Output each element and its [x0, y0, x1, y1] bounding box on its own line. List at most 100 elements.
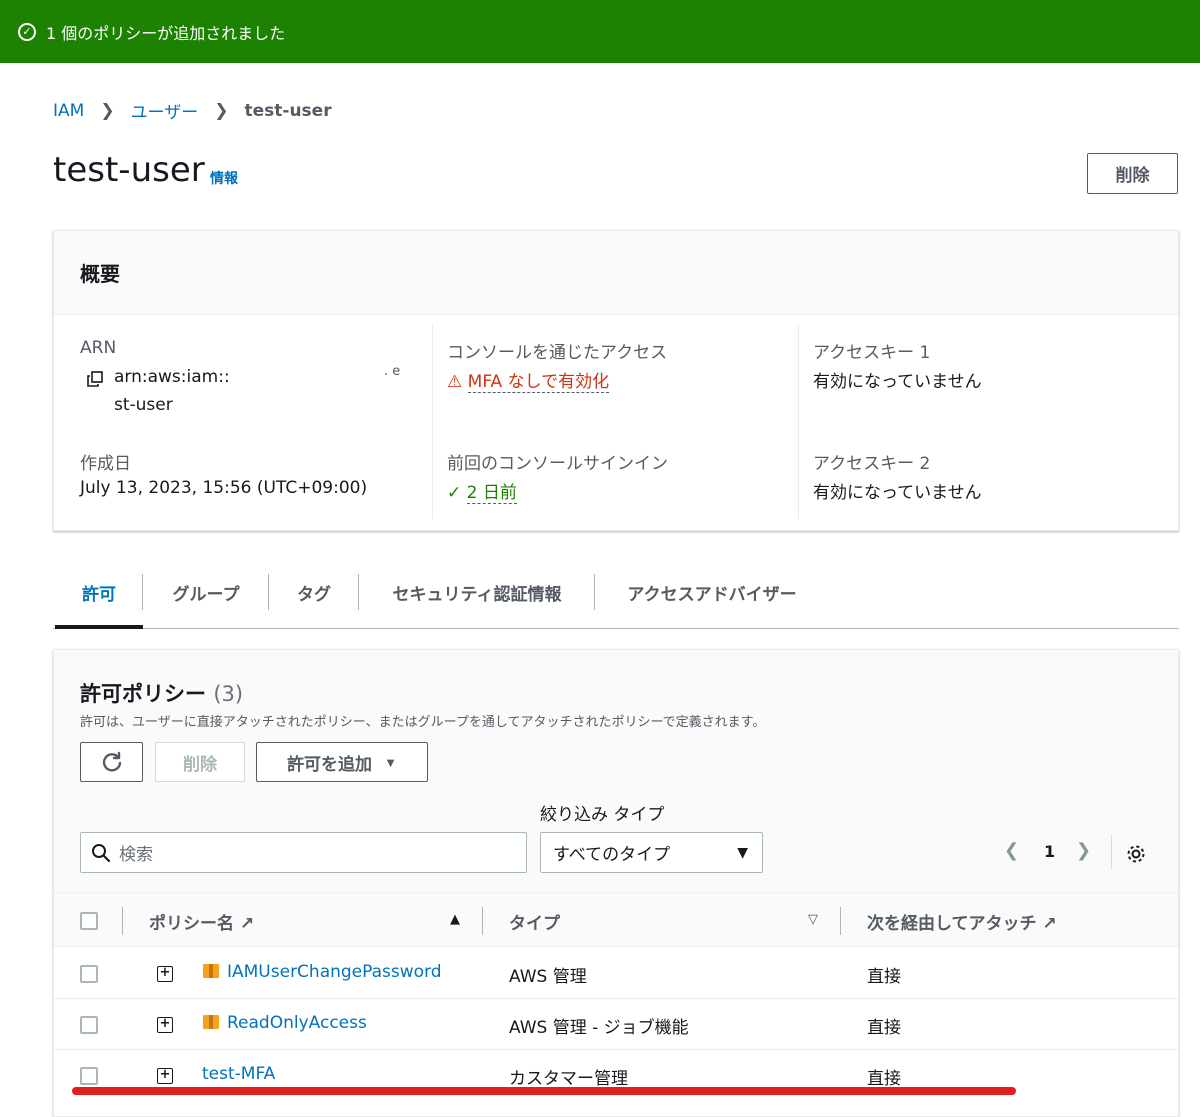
breadcrumb-users[interactable]: ユーザー: [131, 98, 199, 123]
breadcrumb-current: test-user: [244, 100, 332, 121]
page-title: test-user: [53, 150, 205, 190]
breadcrumb: IAM ❯ ユーザー ❯ test-user: [53, 98, 332, 124]
column-type[interactable]: タイプ: [509, 909, 560, 934]
breadcrumb-iam[interactable]: IAM: [53, 101, 84, 121]
policy-type: カスタマー管理: [509, 1069, 628, 1089]
summary-title: 概要: [54, 231, 1178, 315]
warning-icon: ⚠: [447, 372, 463, 392]
chevron-right-icon[interactable]: ❯: [1076, 840, 1091, 861]
expand-icon[interactable]: +: [157, 1068, 173, 1084]
access-key-2-label: アクセスキー 2: [813, 454, 931, 474]
highlight-underline: [72, 1087, 1016, 1095]
success-flashbar: ✓ 1 個のポリシーが追加されました: [0, 0, 1200, 63]
flash-message: 1 個のポリシーが追加されました: [46, 23, 286, 43]
column-divider: [482, 907, 483, 935]
column-divider: [122, 907, 123, 935]
search-input[interactable]: 検索: [80, 832, 527, 873]
check-circle-icon: ✓: [447, 483, 462, 503]
created-label: 作成日: [80, 454, 131, 474]
search-placeholder: 検索: [119, 845, 153, 865]
arn-value-line1: arn:aws:iam::: [114, 367, 230, 387]
filter-type-value: すべてのタイプ: [553, 845, 671, 865]
refresh-button[interactable]: [80, 742, 143, 782]
last-signin-value[interactable]: ✓ 2 日前: [447, 478, 517, 504]
policy-attached: 直接: [867, 1018, 901, 1038]
check-circle-icon: ✓: [18, 22, 36, 41]
access-key-1-label: アクセスキー 1: [813, 343, 931, 363]
access-key-2-value: 有効になっていません: [813, 483, 982, 503]
expand-icon[interactable]: +: [157, 1017, 173, 1033]
policy-name-link[interactable]: IAMUserChangePassword: [227, 962, 442, 982]
arn-label: ARN: [80, 338, 117, 358]
column-attached-via-label: 次を経由してアタッチ: [867, 914, 1037, 934]
aws-managed-package-icon: [203, 964, 219, 978]
delete-policy-button[interactable]: 削除: [155, 742, 245, 782]
caret-down-icon: ▼: [737, 845, 748, 861]
table-header: ポリシー名 ↗ ▲ タイプ ▽ 次を経由してアタッチ ↗: [54, 895, 1178, 947]
arn-value-line2: st-user: [114, 395, 173, 415]
tab-tags[interactable]: タグ: [269, 574, 359, 610]
arn-value-fragment: . e: [384, 364, 401, 379]
chevron-right-icon: ❯: [100, 100, 115, 121]
policy-name-link[interactable]: test-MFA: [202, 1064, 275, 1084]
policy-name-link[interactable]: ReadOnlyAccess: [227, 1013, 367, 1033]
column-attached-via[interactable]: 次を経由してアタッチ ↗: [867, 909, 1057, 934]
tab-permissions[interactable]: 許可: [55, 574, 143, 610]
chevron-right-icon: ❯: [214, 100, 229, 121]
gear-icon[interactable]: [1125, 843, 1147, 865]
created-value: July 13, 2023, 15:56 (UTC+09:00): [80, 478, 368, 498]
add-permissions-label: 許可を追加: [287, 754, 373, 774]
policy-count: (3): [213, 682, 244, 706]
delete-user-button[interactable]: 削除: [1087, 153, 1178, 194]
policy-type: AWS 管理: [509, 967, 587, 987]
sort-icon[interactable]: ▽: [808, 912, 818, 927]
row-checkbox[interactable]: [80, 965, 98, 983]
sort-ascending-icon[interactable]: ▲: [450, 912, 460, 927]
tab-access-advisor[interactable]: アクセスアドバイザー: [595, 574, 829, 610]
panel-title-text: 許可ポリシー: [80, 682, 206, 706]
info-link[interactable]: 情報: [210, 168, 238, 188]
panel-header: 許可ポリシー (3) 許可は、ユーザーに直接アタッチされたポリシー、またはグルー…: [54, 650, 1178, 894]
filter-type-select[interactable]: すべてのタイプ ▼: [540, 832, 763, 873]
console-access-label: コンソールを通じたアクセス: [447, 343, 668, 363]
panel-title: 許可ポリシー (3): [80, 678, 243, 708]
copy-icon[interactable]: [87, 371, 103, 387]
chevron-left-icon[interactable]: ❮: [1004, 840, 1019, 861]
summary-column-arn: ARN arn:aws:iam:: . e st-user 作成日 July 1…: [54, 324, 420, 519]
external-link-icon: ↗: [239, 914, 255, 934]
policy-attached: 直接: [867, 1069, 901, 1089]
tab-groups[interactable]: グループ: [143, 574, 269, 610]
caret-down-icon: ▼: [384, 754, 397, 770]
summary-column-console: コンソールを通じたアクセス ⚠ MFA なしで有効化 前回のコンソールサインイン…: [432, 324, 798, 519]
summary-container: 概要 ARN arn:aws:iam:: . e st-user 作成日 Jul…: [53, 230, 1179, 531]
search-icon: [92, 843, 111, 862]
aws-managed-package-icon: [203, 1015, 219, 1029]
add-permissions-button[interactable]: 許可を追加 ▼: [256, 742, 428, 782]
expand-icon[interactable]: +: [157, 966, 173, 982]
tab-bar: 許可 グループ タグ セキュリティ認証情報 アクセスアドバイザー: [53, 568, 1179, 629]
console-access-status: MFA なしで有効化: [467, 372, 610, 393]
table-row: + ReadOnlyAccess AWS 管理 - ジョブ機能 直接: [54, 999, 1178, 1050]
current-page[interactable]: 1: [1044, 842, 1055, 861]
policy-type: AWS 管理 - ジョブ機能: [509, 1018, 689, 1038]
select-all-checkbox[interactable]: [80, 912, 98, 930]
console-access-value[interactable]: ⚠ MFA なしで有効化: [447, 367, 610, 393]
row-checkbox[interactable]: [80, 1016, 98, 1034]
access-key-1-value: 有効になっていません: [813, 372, 982, 392]
panel-description: 許可は、ユーザーに直接アタッチされたポリシー、またはグループを通してアタッチされ…: [80, 715, 766, 730]
summary-column-keys: アクセスキー 1 有効になっていません アクセスキー 2 有効になっていません: [798, 324, 1164, 519]
column-policy-name[interactable]: ポリシー名 ↗: [149, 909, 254, 934]
policy-attached: 直接: [867, 967, 901, 987]
external-link-icon: ↗: [1042, 914, 1057, 934]
row-checkbox[interactable]: [80, 1067, 98, 1085]
last-signin-status: 2 日前: [466, 483, 517, 504]
filter-type-label: 絞り込み タイプ: [540, 805, 665, 825]
permissions-policies-panel: 許可ポリシー (3) 許可は、ユーザーに直接アタッチされたポリシー、またはグルー…: [53, 649, 1179, 1117]
tab-security-credentials[interactable]: セキュリティ認証情報: [359, 574, 595, 610]
refresh-icon: [102, 751, 121, 772]
table-row: + IAMUserChangePassword AWS 管理 直接: [54, 948, 1178, 999]
last-signin-label: 前回のコンソールサインイン: [447, 454, 668, 474]
pager-divider: [1111, 835, 1112, 869]
active-tab-indicator: [55, 625, 143, 629]
column-divider: [840, 907, 841, 935]
